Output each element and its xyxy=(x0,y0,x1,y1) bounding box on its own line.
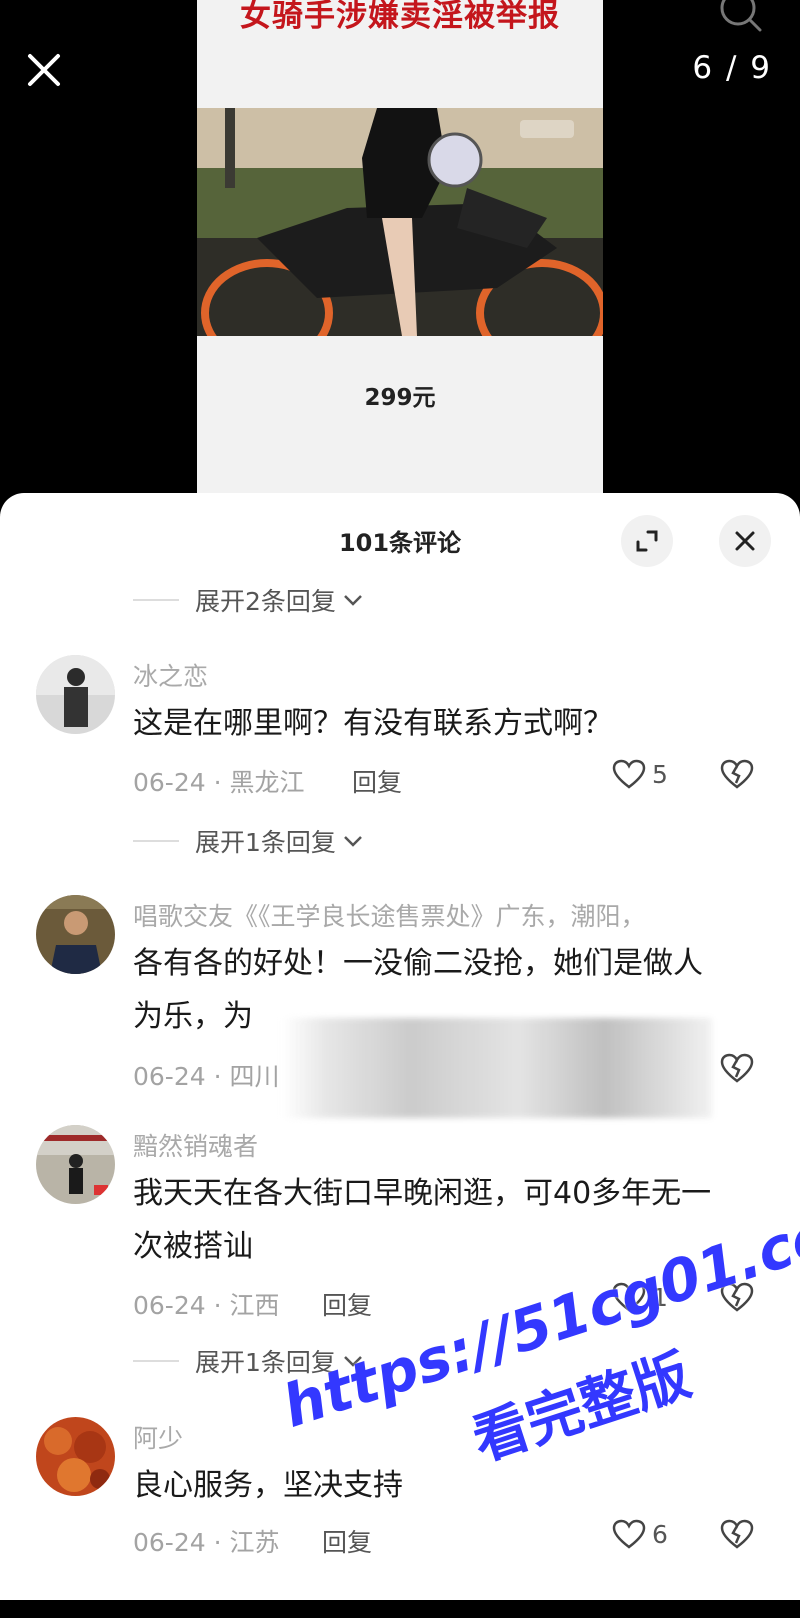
post-photo xyxy=(197,108,603,367)
like-count: 6 xyxy=(652,1519,668,1549)
like-count: 5 xyxy=(652,759,668,789)
like-button[interactable]: 6 xyxy=(612,1519,668,1549)
chevron-down-icon xyxy=(344,836,362,847)
comment-author[interactable]: 阿少 xyxy=(133,1419,183,1455)
search-icon[interactable] xyxy=(718,0,762,34)
expand-icon xyxy=(636,530,658,552)
image-counter: 6 / 9 xyxy=(692,50,772,86)
close-icon xyxy=(735,531,755,551)
post-price: 299元 xyxy=(364,385,436,411)
bottom-bar xyxy=(0,1600,800,1618)
broken-heart-icon xyxy=(720,1053,754,1083)
heart-icon xyxy=(612,1519,646,1549)
comment-author[interactable]: 冰之恋 xyxy=(133,657,208,693)
dislike-button[interactable] xyxy=(720,1053,754,1087)
comment-count-title: 101条评论 xyxy=(338,529,462,557)
expand-replies-button[interactable]: 展开1条回复 xyxy=(133,823,364,859)
like-button[interactable]: 5 xyxy=(612,759,668,789)
dislike-button[interactable] xyxy=(720,1519,754,1553)
expand-replies-button[interactable]: 展开2条回复 xyxy=(133,582,364,618)
close-sheet-button[interactable] xyxy=(719,515,771,567)
expand-replies-label: 展开1条回复 xyxy=(195,828,336,857)
reply-button[interactable]: 回复 xyxy=(352,763,402,799)
post-image[interactable]: 女骑手涉嫌卖淫被举报 299元 xyxy=(197,0,603,494)
blurred-overlay xyxy=(282,1018,712,1118)
chevron-down-icon xyxy=(344,595,362,606)
broken-heart-icon xyxy=(720,759,754,789)
comment-date-location: 06-24 · 黑龙江 xyxy=(133,768,305,797)
comment-text: 这是在哪里啊？有没有联系方式啊？ xyxy=(133,706,613,741)
broken-heart-icon xyxy=(720,1519,754,1549)
avatar[interactable] xyxy=(36,895,115,974)
heart-icon xyxy=(612,759,646,789)
comment-date-location: 06-24 · 四川 xyxy=(133,1062,280,1091)
divider xyxy=(133,599,179,601)
avatar[interactable] xyxy=(36,1125,115,1204)
divider xyxy=(133,840,179,842)
expand-sheet-button[interactable] xyxy=(621,515,673,567)
comment-author[interactable]: 黯然销魂者 xyxy=(133,1127,258,1163)
expand-replies-label: 展开2条回复 xyxy=(195,587,336,616)
comment-date-location: 06-24 · 江苏 xyxy=(133,1528,280,1557)
comment-author[interactable]: 唱歌交友《《王学良长途售票处》广东，潮阳， xyxy=(133,897,646,933)
divider xyxy=(133,1360,179,1362)
close-viewer-icon[interactable] xyxy=(22,48,66,92)
dislike-button[interactable] xyxy=(720,759,754,793)
post-headline: 女骑手涉嫌卖淫被举报 xyxy=(240,0,560,34)
avatar[interactable] xyxy=(36,655,115,734)
avatar[interactable] xyxy=(36,1417,115,1496)
